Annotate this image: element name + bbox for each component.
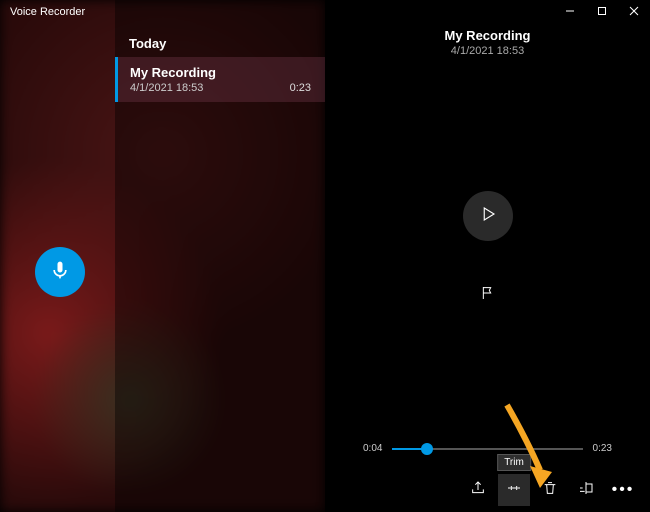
- trim-button[interactable]: Trim: [498, 474, 530, 506]
- detail-panel: My Recording 4/1/2021 18:53 0:04: [325, 0, 650, 512]
- recordings-list: Today My Recording 4/1/2021 18:53 0:23: [115, 0, 325, 512]
- record-column: [0, 0, 115, 512]
- list-header-today: Today: [115, 30, 325, 57]
- bottom-toolbar: Trim •••: [325, 468, 650, 512]
- timeline-scrubber[interactable]: [421, 443, 433, 455]
- maximize-icon: [597, 5, 607, 19]
- maximize-button[interactable]: [586, 0, 618, 24]
- add-marker-button[interactable]: [474, 281, 502, 309]
- close-button[interactable]: [618, 0, 650, 24]
- minimize-button[interactable]: [554, 0, 586, 24]
- timeline-track[interactable]: [392, 448, 582, 450]
- detail-header: My Recording 4/1/2021 18:53: [325, 28, 650, 57]
- recording-datetime: 4/1/2021 18:53: [130, 82, 216, 94]
- detail-datetime: 4/1/2021 18:53: [325, 45, 650, 57]
- app-title: Voice Recorder: [10, 6, 85, 18]
- app-window: Voice Recorder Today My Recording 4/1/20…: [0, 0, 650, 512]
- close-icon: [629, 5, 639, 19]
- time-current: 0:04: [363, 443, 382, 454]
- timeline: 0:04 0:23: [325, 443, 650, 454]
- rename-button[interactable]: [570, 474, 602, 506]
- flag-icon: [480, 285, 496, 306]
- trim-icon: [506, 480, 522, 501]
- recording-list-item[interactable]: My Recording 4/1/2021 18:53 0:23: [115, 57, 325, 102]
- mic-icon: [50, 258, 70, 287]
- more-icon: •••: [610, 481, 635, 499]
- play-icon: [479, 205, 497, 228]
- record-button[interactable]: [35, 247, 85, 297]
- time-total: 0:23: [593, 443, 612, 454]
- share-button[interactable]: [462, 474, 494, 506]
- rename-icon: [578, 480, 594, 501]
- delete-button[interactable]: [534, 474, 566, 506]
- recording-duration: 0:23: [290, 82, 311, 94]
- delete-icon: [542, 480, 558, 501]
- more-button[interactable]: •••: [606, 474, 638, 506]
- trim-tooltip: Trim: [497, 454, 531, 471]
- left-panel: Today My Recording 4/1/2021 18:53 0:23: [0, 0, 325, 512]
- window-controls: [554, 0, 650, 24]
- recording-title: My Recording: [130, 65, 216, 80]
- detail-title: My Recording: [325, 28, 650, 43]
- share-icon: [470, 480, 486, 501]
- play-button[interactable]: [463, 191, 513, 241]
- minimize-icon: [565, 5, 575, 19]
